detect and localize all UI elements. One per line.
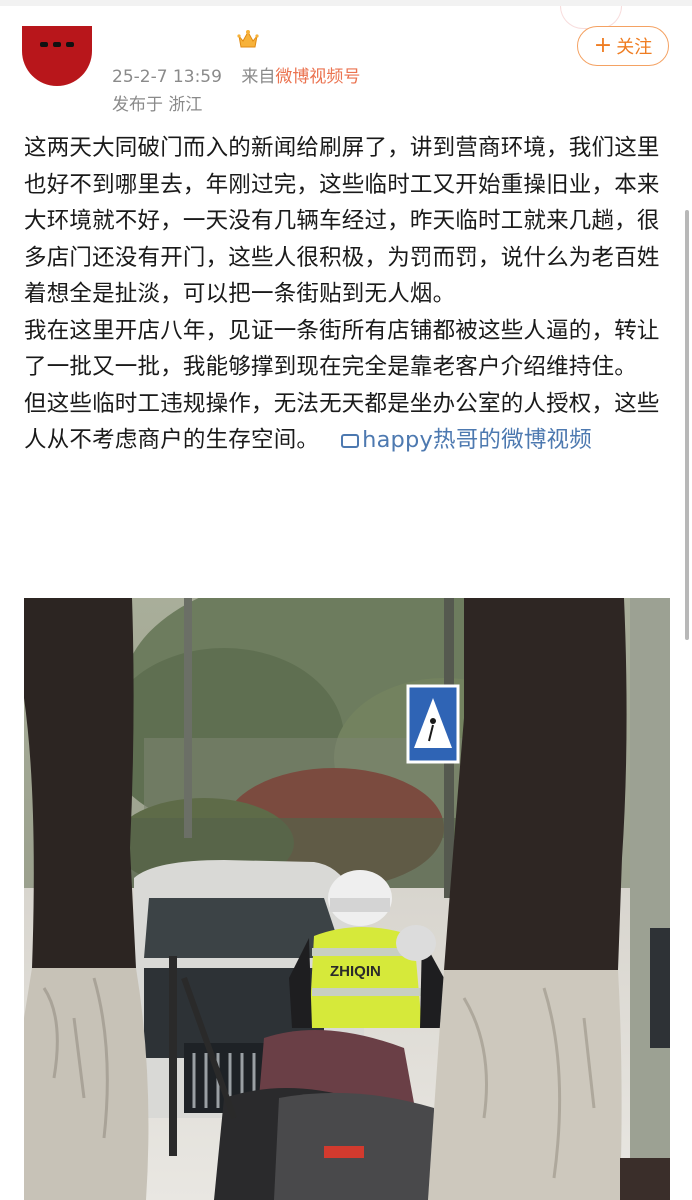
follow-label: 关注 xyxy=(616,37,653,58)
plus-icon: + xyxy=(593,33,613,58)
vest-text: ZHIQIN xyxy=(330,963,381,980)
video-link-label: happy热哥的微博视频 xyxy=(362,427,592,453)
post-date: 25-2-7 13:59 xyxy=(112,67,222,87)
follow-button[interactable]: + 关注 xyxy=(577,26,669,66)
post-body: 这两天大同破门而入的新闻给刷屏了，讲到营商环境，我们这里也好不到哪里去，年刚过完… xyxy=(24,130,672,459)
video-link[interactable]: happy热哥的微博视频 xyxy=(341,427,592,453)
post-meta: 25-2-7 13:59 来自微博视频号 xyxy=(112,62,360,87)
scrollbar[interactable] xyxy=(685,210,689,640)
post-paragraph-1: 这两天大同破门而入的新闻给刷屏了，讲到营商环境，我们这里也好不到哪里去，年刚过完… xyxy=(24,135,660,307)
post-image[interactable]: ZHIQIN xyxy=(24,598,670,1200)
post-location: 发布于 浙江 xyxy=(112,95,203,115)
video-icon xyxy=(341,434,360,448)
avatar[interactable] xyxy=(22,26,92,86)
crown-icon xyxy=(237,30,259,48)
post-source-link[interactable]: 微博视频号 xyxy=(275,67,360,87)
street-scene-photo: ZHIQIN xyxy=(24,598,670,1200)
post-paragraph-2: 我在这里开店八年，见证一条街所有店铺都被这些人逼的，转让了一批又一批，我能够撑到… xyxy=(24,317,660,381)
post-paragraph-3: 但这些临时工违规操作，无法无天都是坐办公室的人授权，这些人从不考虑商户的生存空间… xyxy=(24,386,672,459)
source-prefix: 来自 xyxy=(241,67,276,87)
